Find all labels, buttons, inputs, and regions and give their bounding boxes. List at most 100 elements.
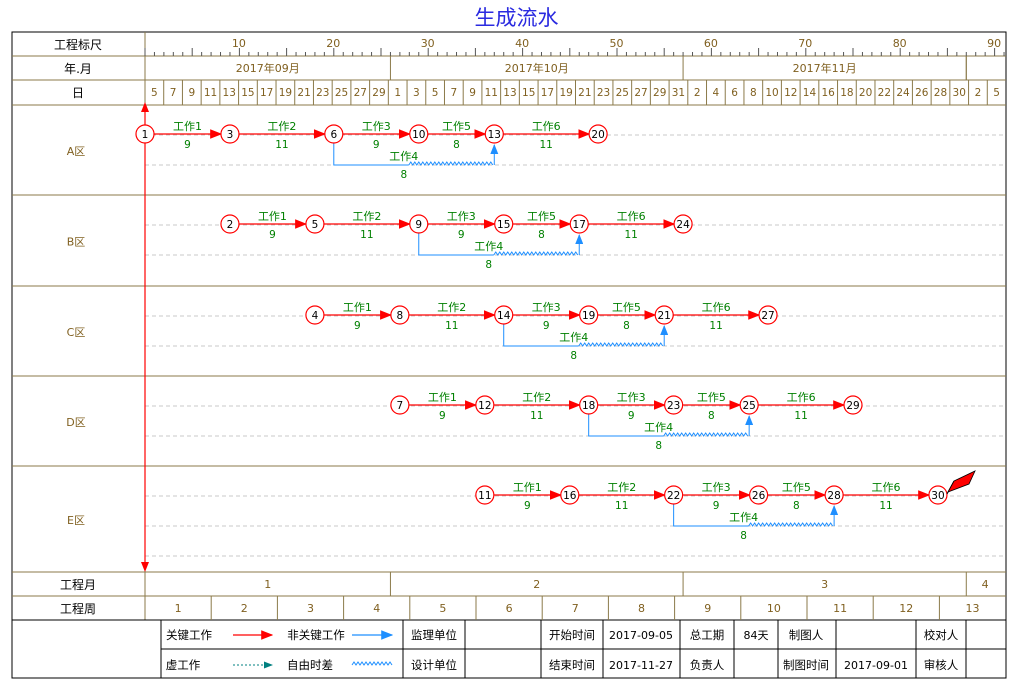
zone-label: D区	[66, 416, 85, 429]
free-float-wave	[408, 161, 494, 166]
node-number: 11	[478, 490, 491, 502]
day-label: 19	[279, 87, 292, 99]
proj-week-value: 3	[307, 602, 314, 615]
task-name: 工作5	[782, 481, 811, 494]
task-name: 工作2	[437, 301, 466, 314]
day-label: 7	[450, 87, 457, 99]
task-duration: 8	[708, 410, 715, 422]
day-label: 21	[297, 87, 310, 99]
node-number: 19	[582, 310, 595, 322]
task-duration: 11	[624, 229, 637, 241]
proj-week-value: 11	[833, 602, 847, 615]
proj-month-value: 4	[982, 578, 989, 591]
draw-time-value: 2017-09-01	[844, 659, 908, 672]
node-number: 24	[676, 219, 690, 231]
task-duration: 8	[538, 229, 545, 241]
legend-free-float-label: 自由时差	[287, 658, 333, 672]
task-name: 工作1	[343, 301, 372, 314]
month-label: 2017年09月	[236, 61, 300, 75]
day-label: 29	[372, 87, 385, 99]
day-label: 5	[151, 87, 158, 99]
start-time-label: 开始时间	[549, 628, 595, 642]
task-name: 工作3	[532, 301, 561, 314]
ruler-tick-label: 90	[987, 37, 1001, 50]
ruler-tick-label: 10	[232, 37, 246, 50]
node-number: 18	[582, 400, 595, 412]
day-label: 21	[578, 87, 591, 99]
task-duration: 9	[628, 410, 635, 422]
task-duration: 9	[713, 500, 720, 512]
day-label: 11	[485, 87, 498, 99]
zone-label: A区	[67, 145, 86, 158]
task-duration: 8	[453, 139, 460, 151]
table-frame	[11, 31, 1007, 679]
node-number: 10	[412, 129, 425, 141]
node-number: 1	[142, 129, 149, 141]
task-duration: 9	[439, 410, 446, 422]
day-label: 15	[522, 87, 535, 99]
node-number: 7	[397, 400, 404, 412]
drawer-label: 制图人	[789, 628, 824, 642]
proj-week-value: 10	[767, 602, 781, 615]
task-name: 工作6	[532, 120, 561, 133]
proj-month-value: 3	[821, 578, 828, 591]
proj-week-value: 6	[506, 602, 513, 615]
node-number: 9	[415, 219, 422, 231]
day-label: 10	[765, 87, 778, 99]
proj-week-value: 7	[572, 602, 579, 615]
task-duration: 9	[184, 139, 191, 151]
end-time-label: 结束时间	[549, 658, 595, 672]
task-name: 工作1	[173, 120, 202, 133]
task-duration: 11	[794, 410, 807, 422]
day-label: 9	[188, 87, 195, 99]
day-label: 18	[840, 87, 853, 99]
node-number: 29	[846, 400, 859, 412]
day-label: 23	[316, 87, 329, 99]
day-label: 29	[653, 87, 666, 99]
day-label: 日	[72, 86, 84, 100]
task-duration: 11	[275, 139, 288, 151]
task-name: 工作2	[607, 481, 636, 494]
end-time-value: 2017-11-27	[609, 659, 673, 672]
node-number: 25	[742, 400, 755, 412]
designer-label: 设计单位	[411, 658, 457, 672]
day-label: 17	[541, 87, 554, 99]
task-name: 工作5	[697, 391, 726, 404]
node-number: 23	[667, 400, 680, 412]
task-name: 工作6	[872, 481, 901, 494]
proj-week-value: 1	[175, 602, 182, 615]
task-duration: 9	[269, 229, 276, 241]
legend-free-float-wave	[351, 661, 393, 666]
legend-critical-label: 关键工作	[166, 628, 212, 642]
task-duration: 9	[524, 500, 531, 512]
task-duration: 8	[485, 259, 492, 271]
free-float-wave	[578, 342, 664, 347]
task-name: 工作5	[612, 301, 641, 314]
task-name: 工作2	[267, 120, 296, 133]
task-name: 工作3	[617, 391, 646, 404]
day-label: 15	[241, 87, 254, 99]
month-label: 2017年11月	[793, 61, 857, 75]
task-duration: 11	[709, 320, 722, 332]
day-label: 31	[672, 87, 685, 99]
node-number: 16	[563, 490, 577, 502]
ruler-tick-label: 30	[421, 37, 435, 50]
reviewer-label: 审核人	[924, 658, 959, 672]
task-name: 工作1	[513, 481, 542, 494]
start-time-value: 2017-09-05	[609, 629, 673, 642]
month-label: 2017年10月	[505, 61, 569, 75]
day-label: 3	[413, 87, 420, 99]
proj-week-value: 13	[966, 602, 980, 615]
node-number: 13	[488, 129, 501, 141]
node-number: 8	[397, 310, 404, 322]
node-number: 22	[667, 490, 680, 502]
finish-flag-icon	[947, 470, 976, 493]
task-name: 工作2	[522, 391, 551, 404]
ruler-label: 工程标尺	[54, 37, 102, 52]
day-label: 7	[170, 87, 177, 99]
node-number: 17	[573, 219, 586, 231]
proj-week-value: 2	[241, 602, 248, 615]
zone-label: E区	[67, 514, 85, 527]
proj-month-value: 2	[533, 578, 540, 591]
task-name: 工作2	[352, 210, 381, 223]
